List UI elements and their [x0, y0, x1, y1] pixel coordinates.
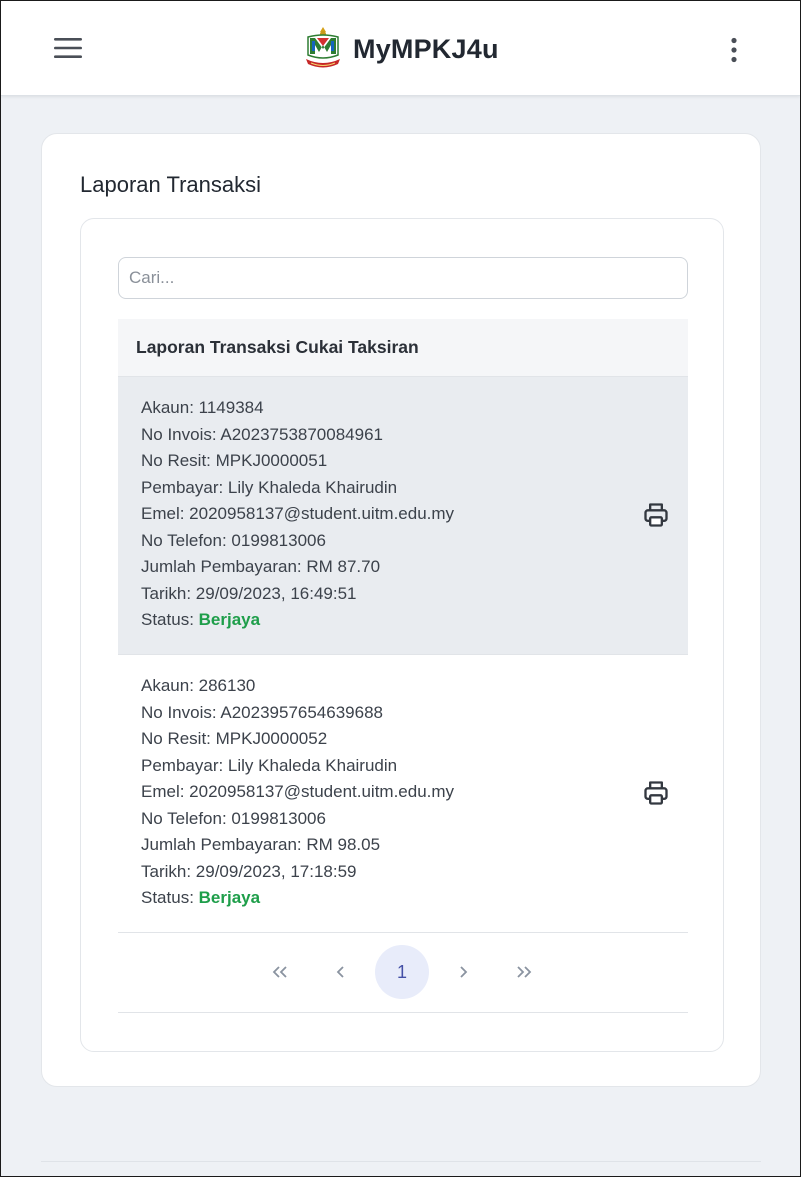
- amount-text: Jumlah Pembayaran: RM 87.70: [141, 557, 381, 576]
- status-badge: Berjaya: [198, 888, 261, 907]
- brand: MyMPKJ4u: [303, 23, 499, 75]
- transaction-table: Laporan Transaksi Cukai Taksiran Akaun: …: [118, 319, 688, 933]
- invoice-text: No Invois: A2023753870084961: [141, 424, 383, 444]
- app-title: MyMPKJ4u: [353, 33, 499, 64]
- phone-text: No Telefon: 0199813006: [141, 530, 326, 550]
- double-chevron-left-icon: [272, 966, 287, 978]
- printer-icon: [644, 781, 668, 805]
- report-panel: Laporan Transaksi Cukai Taksiran Akaun: …: [80, 218, 724, 1052]
- mpkj-logo: [306, 27, 340, 68]
- status-badge: Berjaya: [198, 610, 261, 629]
- email-text: Emel: 2020958137@student.uitm.edu.my: [141, 782, 455, 801]
- prev-page-button[interactable]: [314, 945, 368, 999]
- print-button[interactable]: [640, 777, 672, 809]
- table-row: Akaun: 286130 No Invois: A20239576546396…: [118, 655, 688, 933]
- date-text: Tarikh: 29/09/2023, 17:18:59: [141, 861, 357, 881]
- more-options-button[interactable]: [719, 31, 749, 69]
- status-line: Status: Berjaya: [141, 607, 688, 634]
- kebab-menu-icon: [731, 37, 737, 63]
- payer-text: Pembayar: Lily Khaleda Khairudin: [141, 755, 398, 775]
- receipt-text: No Resit: MPKJ0000051: [141, 451, 328, 470]
- main-card: Laporan Transaksi Laporan Transaksi Cuka…: [41, 133, 761, 1087]
- account-text: Akaun: 1149384: [141, 398, 264, 417]
- payer-text: Pembayar: Lily Khaleda Khairudin: [141, 477, 398, 497]
- last-page-button[interactable]: [497, 945, 551, 999]
- status-line: Status: Berjaya: [141, 885, 688, 912]
- email-text: Emel: 2020958137@student.uitm.edu.my: [141, 504, 455, 523]
- date-text: Tarikh: 29/09/2023, 16:49:51: [141, 583, 357, 603]
- double-chevron-right-icon: [517, 966, 532, 978]
- pagination: 1: [118, 933, 688, 1013]
- amount-text: Jumlah Pembayaran: RM 98.05: [141, 835, 381, 854]
- app-header: MyMPKJ4u: [1, 1, 800, 96]
- page-title: Laporan Transaksi: [80, 172, 261, 197]
- chevron-left-icon: [336, 966, 344, 978]
- phone-text: No Telefon: 0199813006: [141, 808, 326, 828]
- invoice-text: No Invois: A2023957654639688: [141, 702, 383, 722]
- receipt-text: No Resit: MPKJ0000052: [141, 729, 328, 748]
- chevron-right-icon: [460, 966, 468, 978]
- search-input[interactable]: [118, 257, 688, 299]
- menu-button[interactable]: [49, 31, 87, 65]
- table-header: Laporan Transaksi Cukai Taksiran: [118, 319, 688, 377]
- print-button[interactable]: [640, 499, 672, 531]
- status-label: Status:: [141, 610, 199, 629]
- page-button-current[interactable]: 1: [375, 945, 429, 999]
- status-label: Status:: [141, 888, 199, 907]
- hamburger-menu-icon: [54, 38, 82, 58]
- first-page-button[interactable]: [253, 945, 307, 999]
- printer-icon: [644, 503, 668, 527]
- account-text: Akaun: 286130: [141, 676, 256, 695]
- next-page-button[interactable]: [436, 945, 490, 999]
- table-row: Akaun: 1149384 No Invois: A2023753870084…: [118, 377, 688, 655]
- app-frame: MyMPKJ4u Laporan Transaksi Laporan Trans…: [0, 0, 801, 1177]
- footer-divider: [41, 1161, 761, 1162]
